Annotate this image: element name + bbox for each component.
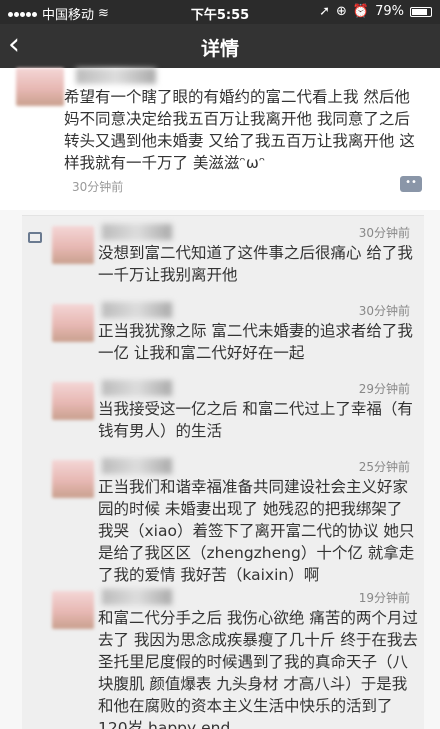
post-text: 希望有一个瞎了眼的有婚约的富二代看上我 然后他妈不同意决定给我五百万让我离开他 … [64, 88, 415, 172]
username-blurred [102, 458, 172, 474]
comment-more-button[interactable]: •• [400, 176, 422, 192]
comments-section: 30分钟前 没想到富二代知道了这件事之后很痛心 给了我一千万让我别离开他 30分… [22, 215, 424, 729]
nav-bar: ‹ 详情 [0, 24, 440, 68]
comment-time: 25分钟前 [358, 460, 410, 474]
avatar[interactable] [52, 226, 94, 264]
comment-text: 没想到富二代知道了这件事之后很痛心 给了我一千万让我别离开他 [98, 244, 413, 284]
username-blurred [76, 68, 156, 84]
comment-time: 29分钟前 [358, 382, 410, 396]
post-time: 30分钟前 [72, 180, 124, 194]
avatar[interactable] [52, 382, 94, 420]
avatar[interactable] [16, 68, 64, 106]
rotation-lock-icon: ⊕ [336, 4, 347, 19]
battery-icon [410, 6, 432, 17]
alarm-icon: ⏰ [352, 4, 370, 19]
post-card: 希望有一个瞎了眼的有婚约的富二代看上我 然后他妈不同意决定给我五百万让我离开他 … [0, 68, 440, 210]
comment-time: 30分钟前 [358, 226, 410, 240]
page-title: 详情 [200, 38, 239, 60]
username-blurred [102, 224, 172, 240]
username-blurred [102, 589, 172, 605]
avatar[interactable] [52, 591, 94, 629]
username-blurred [102, 302, 172, 318]
comment-icon [28, 232, 42, 243]
comment-text: 和富二代分手之后 我伤心欲绝 痛苦的两个月过去了 我因为思念成疾暴瘦了几十斤 终… [98, 609, 418, 729]
location-icon: ➚ [319, 4, 330, 19]
comment-time: 30分钟前 [358, 304, 410, 318]
avatar[interactable] [52, 304, 94, 342]
comment-text: 正当我们和谐幸福准备共同建设社会主义好家园的时候 未婚妻出现了 她残忍的把我绑架… [98, 478, 415, 584]
avatar[interactable] [52, 460, 94, 498]
battery-percent: 79% [375, 4, 404, 19]
comment-text: 当我接受这一亿之后 和富二代过上了幸福（有钱有男人）的生活 [98, 400, 413, 440]
status-bar: 中国移动 ≋ 下午5:55 ➚ ⊕ ⏰ 79% [0, 0, 440, 24]
comment-time: 19分钟前 [358, 591, 410, 605]
username-blurred [102, 380, 172, 396]
comment-text: 正当我犹豫之际 富二代未婚妻的追求者给了我一亿 让我和富二代好好在一起 [98, 322, 413, 362]
